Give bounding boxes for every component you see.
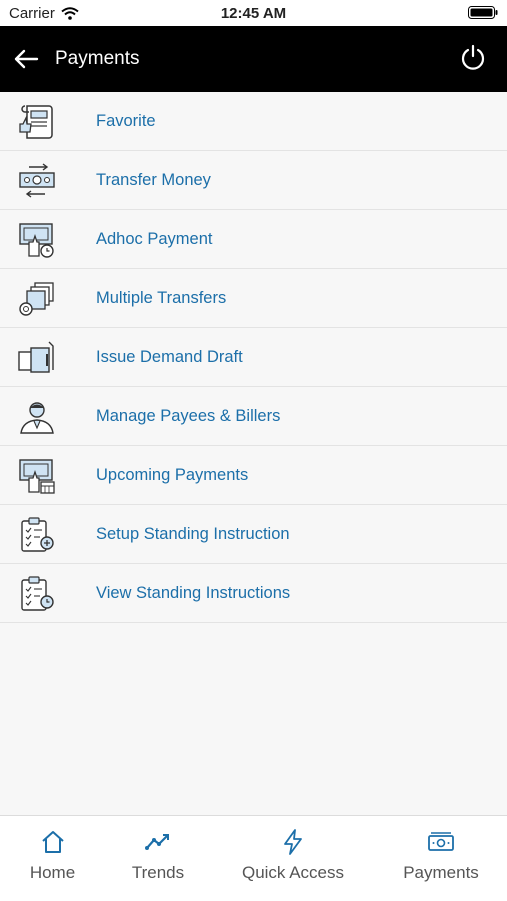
menu-item-adhoc-payment[interactable]: Adhoc Payment (0, 210, 507, 269)
menu-item-issue-demand-draft[interactable]: Issue Demand Draft (0, 328, 507, 387)
home-icon (41, 831, 64, 853)
menu-item-label: Transfer Money (96, 171, 211, 189)
multiple-transfers-icon (19, 282, 54, 316)
payee-person-icon (20, 402, 54, 434)
status-bar: Carrier 12:45 AM (0, 0, 507, 26)
tab-label: Quick Access (241, 863, 345, 882)
adhoc-payment-icon (19, 223, 54, 258)
page-title: Payments (55, 48, 140, 69)
menu-item-label: Adhoc Payment (96, 230, 213, 248)
demand-draft-icon (18, 341, 54, 373)
tab-label: Trends (131, 863, 185, 882)
menu-item-label: Setup Standing Instruction (96, 525, 290, 543)
menu-item-transfer-money[interactable]: Transfer Money (0, 151, 507, 210)
menu-item-manage-payees-billers[interactable]: Manage Payees & Billers (0, 387, 507, 446)
bottom-tab-bar: Home Trends Quick Access Payments (0, 815, 507, 901)
battery-icon (468, 6, 498, 19)
clipboard-add-icon (21, 517, 54, 552)
tab-home[interactable]: Home (0, 816, 105, 901)
payments-menu: Favorite Transfer Money Adhoc Payment Mu… (0, 92, 507, 623)
tab-label: Payments (403, 863, 479, 882)
menu-item-label: Manage Payees & Billers (96, 407, 281, 425)
menu-item-label: Upcoming Payments (96, 466, 249, 484)
clipboard-clock-icon (21, 576, 54, 611)
payments-cash-icon (428, 832, 454, 851)
menu-item-label: Issue Demand Draft (96, 348, 243, 366)
tab-label: Home (29, 863, 76, 882)
menu-item-upcoming-payments[interactable]: Upcoming Payments (0, 446, 507, 505)
trends-icon (145, 834, 169, 850)
tab-payments[interactable]: Payments (375, 816, 507, 901)
lightning-icon (284, 829, 302, 855)
favorite-document-icon (19, 105, 53, 139)
tab-trends[interactable]: Trends (105, 816, 211, 901)
upcoming-payments-icon (19, 459, 55, 494)
power-icon[interactable] (459, 43, 487, 71)
transfer-money-icon (19, 163, 55, 198)
menu-item-setup-standing-instruction[interactable]: Setup Standing Instruction (0, 505, 507, 564)
tab-quick-access[interactable]: Quick Access (211, 816, 375, 901)
menu-item-view-standing-instructions[interactable]: View Standing Instructions (0, 564, 507, 623)
back-arrow-icon[interactable] (13, 46, 39, 72)
app-header: Payments (0, 26, 507, 92)
menu-item-multiple-transfers[interactable]: Multiple Transfers (0, 269, 507, 328)
menu-item-label: Favorite (96, 112, 156, 130)
menu-item-label: View Standing Instructions (96, 584, 291, 602)
status-time: 12:45 AM (220, 5, 287, 22)
menu-item-label: Multiple Transfers (96, 289, 227, 307)
menu-item-favorite[interactable]: Favorite (0, 92, 507, 151)
